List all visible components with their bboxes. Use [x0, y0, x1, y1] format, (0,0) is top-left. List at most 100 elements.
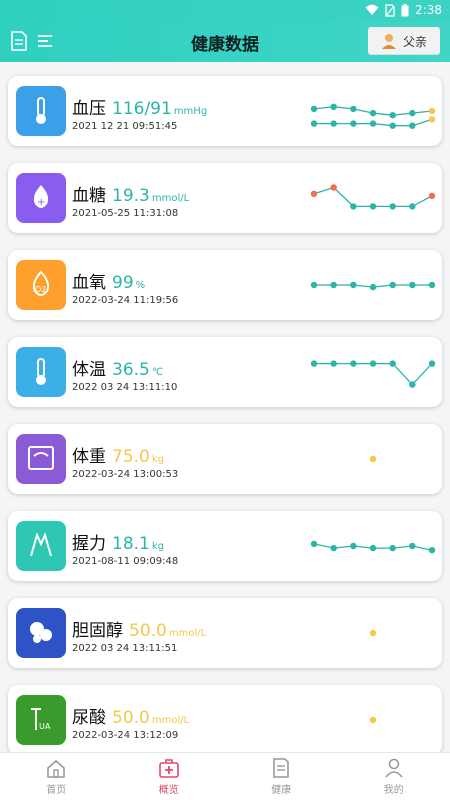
sparkline-point	[310, 120, 318, 127]
sparkline-point	[330, 120, 337, 127]
thermometer-icon	[16, 347, 66, 397]
sparkline-point	[428, 281, 436, 289]
metric-label: 血糖	[72, 186, 106, 206]
metric-unit: mmol/L	[168, 628, 207, 639]
sparkline-point	[369, 716, 377, 724]
health-card[interactable]: 握力 18.1 kg 2021-08-11 09:09:48	[8, 511, 442, 581]
sparkline-point	[428, 192, 436, 200]
trend-sparkline	[369, 629, 377, 637]
svg-text:+: +	[37, 197, 45, 208]
sparkline-point	[310, 190, 318, 197]
tab-label: 我的	[383, 785, 404, 796]
sparkline-point	[428, 107, 436, 115]
metric-unit: mmol/L	[151, 193, 190, 204]
sparkline-point	[369, 203, 377, 210]
tab-label: 首页	[46, 785, 67, 796]
health-data-list: 血压 116/91 mmHg 2021 12 21 09:51:45 + 血糖 19.3 mm…	[0, 62, 450, 752]
sparkline-point	[369, 629, 377, 637]
metric-timestamp: 2022-03-24 11:19:56	[72, 295, 179, 306]
sparkline-point	[330, 184, 337, 191]
metric-unit: kg	[151, 454, 164, 465]
health-card[interactable]: 血压 116/91 mmHg 2021 12 21 09:51:45	[8, 76, 442, 146]
metric-label: 血氧	[72, 273, 106, 293]
person-switch-button[interactable]: 父亲	[368, 27, 440, 55]
sparkline-point	[310, 540, 318, 548]
health-card[interactable]: 体温 36.5 ℃ 2022 03 24 13:11:10	[8, 337, 442, 407]
medical-kit-icon	[158, 759, 179, 778]
metric-unit: mmHg	[173, 106, 208, 117]
metric-timestamp: 2021-08-11 09:09:48	[72, 556, 179, 567]
metric-label: 尿酸	[72, 708, 106, 728]
bottom-tab-bar: 首页 概览 健康 我的	[0, 752, 450, 800]
metric-name: 血压 116/91 mmHg	[72, 94, 207, 119]
sparkline-point	[409, 122, 416, 129]
metric-name: 血糖 19.3 mmol/L	[72, 181, 189, 206]
tab-label: 健康	[271, 785, 292, 796]
trend-sparkline	[310, 103, 436, 129]
sparkline-point	[389, 203, 396, 210]
metric-value: 19.3	[112, 186, 150, 206]
sparkline-point	[428, 116, 436, 123]
tab-document[interactable]: 健康	[225, 753, 338, 800]
sparkline-point	[409, 381, 416, 388]
sparkline-point	[389, 122, 396, 129]
metric-timestamp: 2022 03 24 13:11:10	[72, 382, 178, 393]
trend-sparkline	[310, 360, 436, 388]
health-card[interactable]: 胆固醇 50.0 mmol/L 2022 03 24 13:11:51	[8, 598, 442, 668]
person-name: 父亲	[402, 34, 427, 49]
sparkline-point	[428, 360, 436, 367]
metric-value: 50.0	[112, 708, 150, 728]
document-icon	[273, 758, 290, 778]
sparkline-point	[350, 281, 357, 289]
sparkline-point	[389, 281, 396, 289]
metric-timestamp: 2022-03-24 13:12:09	[72, 730, 179, 741]
sparkline-point	[330, 360, 337, 367]
metric-value: 36.5	[112, 360, 150, 380]
metric-label: 胆固醇	[72, 621, 123, 641]
metric-name: 握力 18.1 kg	[72, 529, 164, 554]
metric-timestamp: 2022-03-24 13:00:53	[72, 469, 179, 480]
metric-name: 体温 36.5 ℃	[72, 355, 163, 380]
metric-timestamp: 2022 03 24 13:11:51	[72, 643, 178, 654]
metric-unit: %	[135, 280, 146, 291]
sparkline-point	[369, 283, 377, 291]
tab-person[interactable]: 我的	[338, 753, 450, 800]
avatar-icon	[381, 34, 396, 49]
health-card[interactable]: 体重 75.0 kg 2022-03-24 13:00:53	[8, 424, 442, 494]
metric-value: 50.0	[129, 621, 167, 641]
sparkline-point	[409, 281, 416, 289]
sparkline-point	[350, 120, 357, 127]
metric-label: 体重	[72, 447, 106, 467]
sparkline-point	[428, 547, 436, 554]
sparkline-point	[369, 109, 377, 117]
sparkline-point	[389, 112, 396, 119]
tab-medical-kit[interactable]: 概览	[113, 753, 226, 800]
cholesterol-icon	[16, 608, 66, 658]
health-card[interactable]: UA 尿酸 50.0 mmol/L 2022-03-24 13:12:09	[8, 685, 442, 752]
scale-icon	[16, 434, 66, 484]
metric-name: 体重 75.0 kg	[72, 442, 164, 467]
status-bar: 2:38	[0, 0, 450, 22]
trend-sparkline	[310, 281, 436, 291]
metric-value: 18.1	[112, 534, 150, 554]
person-icon	[385, 758, 403, 778]
health-card[interactable]: O2 血氧 99% 2022-03-24 11:19:56	[8, 250, 442, 320]
sparkline-point	[350, 203, 357, 210]
sparkline-point	[369, 120, 377, 127]
sparkline-point	[389, 544, 396, 552]
home-icon	[47, 759, 66, 778]
sparkline-point	[330, 103, 337, 110]
blood-drop-icon: +	[16, 173, 66, 223]
health-card[interactable]: + 血糖 19.3 mmol/L 2021-05-25 11:31:08	[8, 163, 442, 233]
sparkline-point	[330, 544, 337, 552]
tab-home[interactable]: 首页	[0, 753, 113, 800]
metric-timestamp: 2021-05-25 11:31:08	[72, 208, 179, 219]
sparkline-point	[350, 360, 357, 367]
clock: 2:38	[415, 3, 442, 17]
metric-timestamp: 2021 12 21 09:51:45	[72, 121, 178, 132]
metric-value: 116/91	[112, 99, 172, 119]
trend-sparkline	[310, 184, 436, 210]
grip-icon	[16, 521, 66, 571]
sparkline-point	[310, 360, 318, 367]
metric-name: 胆固醇 50.0 mmol/L	[72, 616, 206, 641]
